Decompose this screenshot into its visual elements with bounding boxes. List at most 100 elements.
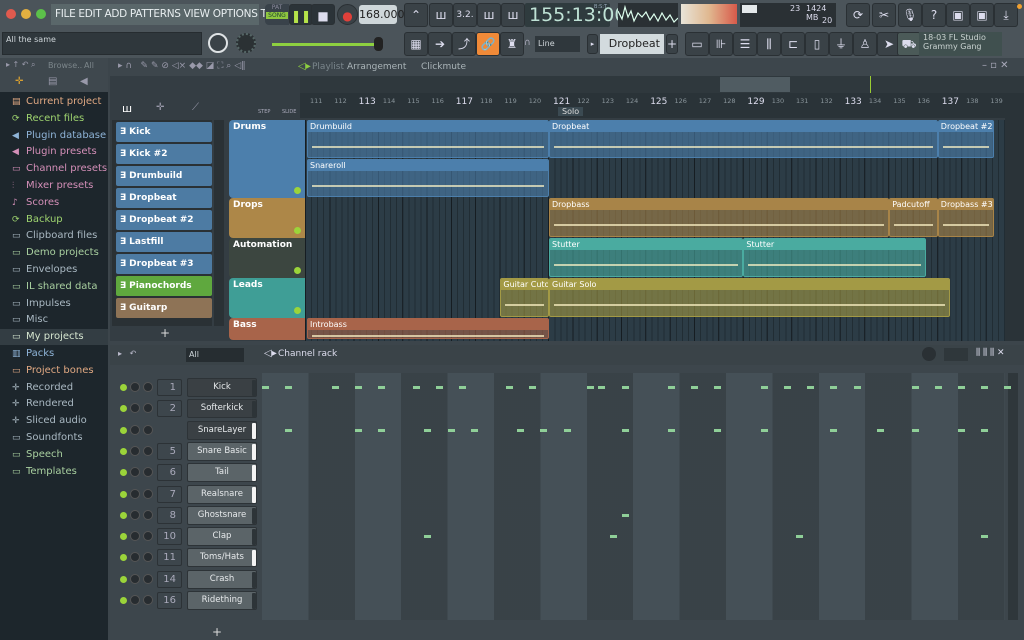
channel-mixer-track[interactable]: 10 [157,528,182,546]
pattern-item[interactable]: ∃ Kick #2 [116,144,212,164]
channel-name-button[interactable]: Ridething [187,591,257,610]
step-note[interactable] [958,428,965,432]
menu-options[interactable]: OPTIONS [213,8,258,20]
channel-mixer-track[interactable]: 1 [157,379,182,396]
pattern-selector[interactable]: Dropbeat [600,34,664,54]
browser-filter[interactable]: All [84,61,94,70]
playlist-clip[interactable]: Guitar Cutoff [500,278,549,317]
loop-record-icon[interactable]: ш [501,3,525,27]
channel-pan-knob[interactable] [130,488,140,499]
browser-item-current-project[interactable]: ▤ Current project [12,94,101,110]
channel-mute-led[interactable] [120,384,127,391]
step-note[interactable] [424,428,432,432]
step-note[interactable] [378,386,385,389]
browser-item-demo-projects[interactable]: ▭ Demo projects [12,245,99,261]
channel-volume-knob[interactable] [143,382,153,392]
channel-name-button[interactable]: Kick [187,378,257,397]
step-note[interactable] [459,386,467,389]
browser-nav-icons[interactable]: ▸ ↑ ↶ ⌕ [6,60,36,70]
pattern-item[interactable]: ∃ Dropbeat [116,188,212,208]
playlist-clip[interactable]: Dropbeat #2 [937,120,994,158]
step-note[interactable] [911,428,919,432]
browser-item-sliced-audio[interactable]: ✛ Sliced audio [12,413,87,429]
playlist-clip[interactable]: Snareroll [307,159,549,197]
track-mute-led[interactable] [294,307,301,314]
piano-icon[interactable]: ш [122,102,132,115]
menu-add[interactable]: ADD [104,8,127,20]
pat-song-toggle[interactable]: PAT SONG [265,4,289,25]
track-header-leads[interactable]: Leads [229,278,305,318]
pattern-item[interactable]: ∃ Dropbeat #2 [116,210,212,230]
automation-icon[interactable]: ⟋ [192,102,199,113]
playlist-clip[interactable]: Stutter [743,238,926,277]
channel-mixer-track[interactable]: 14 [157,570,182,588]
step-note[interactable] [958,386,965,389]
menu-patterns[interactable]: PATTERNS [130,8,181,20]
channel-pan-knob[interactable] [130,382,140,392]
add-channel-icon[interactable]: + [212,625,222,639]
typing-keyboard-icon[interactable]: ▦ [404,32,428,56]
step-note[interactable] [784,386,791,389]
channel-volume-knob[interactable] [143,488,153,499]
playlist-clip[interactable]: Stutter [549,238,744,277]
browser-item-speech[interactable]: ▭ Speech [12,447,63,463]
step-edit-icon[interactable]: ш [477,3,501,27]
step-note[interactable] [876,428,884,432]
browser-icon[interactable]: ⊏ [781,32,805,56]
metronome-icon[interactable]: ⌃ [404,3,428,27]
step-note[interactable] [262,386,269,389]
browser-item-backup[interactable]: ⟳ Backup [12,212,63,228]
playlist-clip[interactable]: Introbass [307,318,549,339]
playlist-clip[interactable]: Guitar Solo [549,278,950,317]
channel-select-indicator[interactable] [252,593,256,609]
countdown-icon[interactable]: 3.2. [453,3,477,27]
channel-mute-led[interactable] [120,554,127,562]
step-note[interactable] [621,513,629,517]
channel-mute-led[interactable] [120,447,127,455]
mixer-icon[interactable]: ⫼ [757,32,781,56]
channel-volume-knob[interactable] [143,531,153,542]
channel-mute-led[interactable] [120,490,127,498]
pattern-item[interactable]: ∃ Lastfill [116,232,212,252]
browser-item-misc[interactable]: ▭ Misc [12,312,48,328]
step-note[interactable] [285,428,293,432]
step-note[interactable] [795,535,803,539]
pattern-list-scrollbar[interactable] [214,120,224,326]
step-note[interactable] [621,386,629,389]
channel-mute-led[interactable] [120,405,127,413]
browser-search[interactable]: Browse.. [48,61,82,70]
channel-pan-knob[interactable] [130,445,140,456]
channel-select-indicator[interactable] [252,486,256,503]
track-header-drops[interactable]: Drops [229,198,305,238]
browser-item-plugin-database[interactable]: ◀ Plugin database [12,128,106,144]
channel-name-button[interactable]: Softerkick [187,399,257,419]
channel-select-indicator[interactable] [252,422,256,439]
menu-edit[interactable]: EDIT [78,8,101,20]
channel-mixer-track[interactable]: 5 [157,442,182,460]
touch-controller-icon[interactable]: ♙ [853,32,877,56]
step-note[interactable] [830,386,838,389]
pattern-item[interactable]: ∃ Dropbeat #3 [116,254,212,274]
link-icon[interactable]: 🔗 [476,32,500,56]
channel-mute-led[interactable] [120,426,127,434]
audio-files-icon[interactable]: ✛ [15,76,23,87]
step-icon[interactable]: ⤴ [452,32,476,56]
step-note[interactable] [470,428,478,432]
playlist-clip[interactable]: Dropbass [549,198,890,237]
export-icon[interactable]: ⤓ [994,3,1018,27]
channel-volume-knob[interactable] [143,509,153,520]
view-mode-icons[interactable]: ⫼ ⫼ ⫼ ✕ [976,348,1005,358]
minimize-window-button[interactable] [21,9,31,19]
cut-icon[interactable]: ✂ [872,3,896,27]
browser-item-plugin-presets[interactable]: ◀ Plugin presets [12,144,97,160]
maximize-window-button[interactable] [36,9,46,19]
step-note[interactable] [714,386,722,389]
window-controls[interactable]: – ▫ ✕ [982,60,1009,71]
step-note[interactable] [354,428,362,432]
channel-pan-knob[interactable] [130,467,140,478]
step-note[interactable] [528,386,536,389]
time-display[interactable]: 155:13:00 B:S:T [525,3,626,27]
step-note[interactable] [378,428,385,432]
menu-view[interactable]: VIEW [184,8,210,20]
track-mute-led[interactable] [294,227,301,234]
